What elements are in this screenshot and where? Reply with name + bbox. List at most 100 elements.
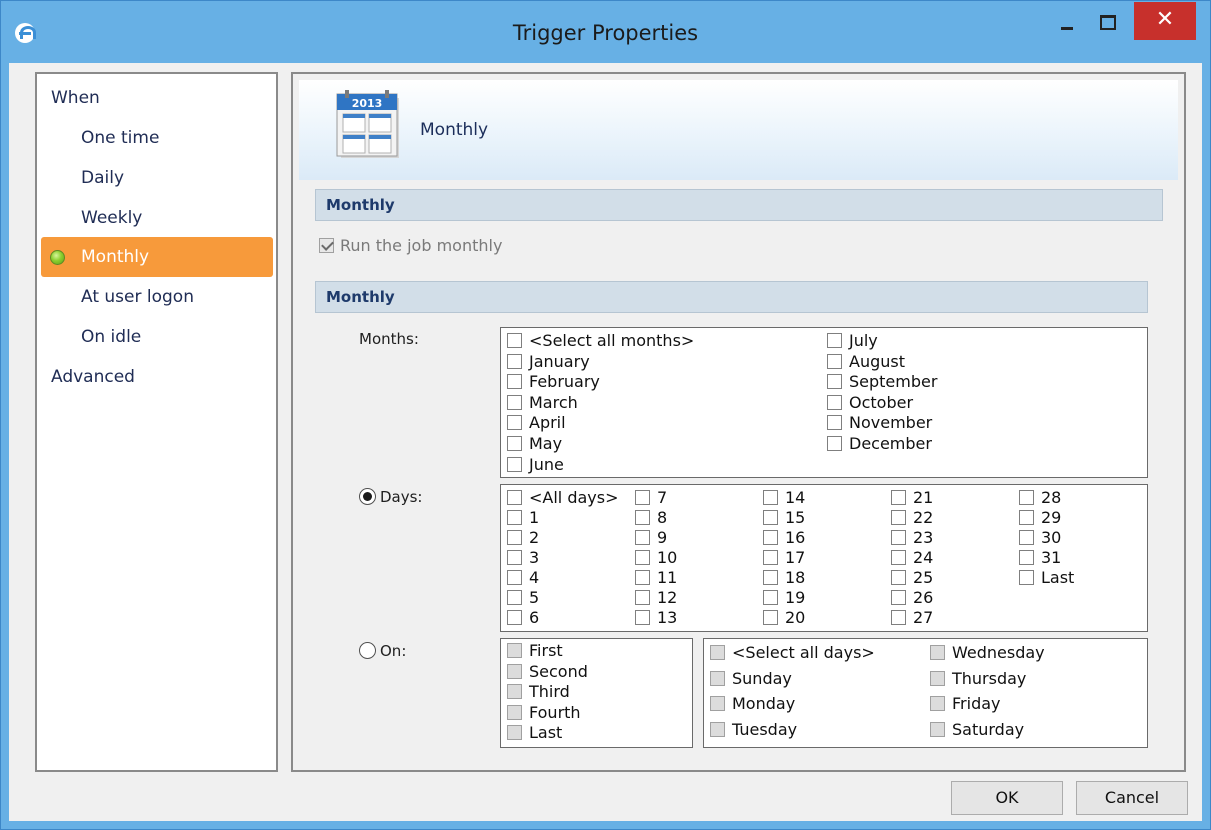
- properties-panel: 2013 Monthly Monthly Run the job monthly…: [291, 72, 1186, 772]
- month-checkbox[interactable]: December: [827, 435, 932, 453]
- weekday-checkbox[interactable]: Thursday: [930, 670, 1026, 688]
- ordinal-checkbox[interactable]: Fourth: [507, 704, 581, 722]
- day-checkbox[interactable]: 9: [635, 529, 667, 547]
- day-checkbox[interactable]: 19: [763, 589, 805, 607]
- checkbox-check-icon: [319, 238, 334, 253]
- day-checkbox[interactable]: 16: [763, 529, 805, 547]
- month-checkbox[interactable]: July: [827, 332, 878, 350]
- day-checkbox[interactable]: 1: [507, 509, 539, 527]
- month-checkbox[interactable]: April: [507, 414, 566, 432]
- day-checkbox[interactable]: 8: [635, 509, 667, 527]
- section-header-monthly-schedule: Monthly: [315, 281, 1148, 313]
- nav-item-on-idle[interactable]: On idle: [37, 317, 276, 357]
- run-monthly-checkbox[interactable]: Run the job monthly: [319, 236, 502, 255]
- day-checkbox[interactable]: 12: [635, 589, 677, 607]
- nav-item-at-user-logon[interactable]: At user logon: [37, 277, 276, 317]
- calendar-year-label: 2013: [352, 97, 383, 110]
- title-bar[interactable]: Trigger Properties ✕: [1, 1, 1210, 63]
- nav-item-monthly-label: Monthly: [81, 247, 150, 267]
- run-monthly-label: Run the job monthly: [340, 236, 503, 255]
- close-button[interactable]: ✕: [1134, 2, 1196, 40]
- weekday-checkbox[interactable]: Wednesday: [930, 644, 1045, 662]
- ordinal-checkbox[interactable]: Third: [507, 683, 570, 701]
- on-label: On:: [380, 642, 407, 660]
- day-checkbox[interactable]: 7: [635, 489, 667, 507]
- months-label: Months:: [359, 330, 419, 348]
- on-radio[interactable]: On:: [359, 642, 406, 660]
- dialog-body: When One time Daily Weekly Monthly At us…: [9, 63, 1202, 821]
- panel-title: Monthly: [420, 120, 489, 140]
- ordinal-checkbox[interactable]: First: [507, 642, 563, 660]
- weekday-list: <Select all days> Sunday Monday Tuesday …: [703, 638, 1148, 748]
- day-checkbox[interactable]: 3: [507, 549, 539, 567]
- month-checkbox[interactable]: October: [827, 394, 913, 412]
- month-checkbox[interactable]: August: [827, 353, 905, 371]
- day-checkbox[interactable]: 18: [763, 569, 805, 587]
- weekday-checkbox[interactable]: Monday: [710, 695, 795, 713]
- radio-selected-icon: [359, 488, 376, 505]
- dialog-window: Trigger Properties ✕ When One time Daily…: [0, 0, 1211, 830]
- day-select-all-checkbox[interactable]: <All days>: [507, 489, 619, 507]
- day-checkbox[interactable]: 21: [891, 489, 933, 507]
- day-checkbox[interactable]: 31: [1019, 549, 1061, 567]
- day-checkbox[interactable]: 6: [507, 609, 539, 627]
- weekday-checkbox[interactable]: Friday: [930, 695, 1001, 713]
- day-checkbox[interactable]: 13: [635, 609, 677, 627]
- day-checkbox[interactable]: 24: [891, 549, 933, 567]
- minimize-button[interactable]: [1052, 7, 1082, 39]
- month-checkbox[interactable]: September: [827, 373, 937, 391]
- day-checkbox[interactable]: 29: [1019, 509, 1061, 527]
- nav-item-when[interactable]: When: [37, 78, 276, 118]
- day-checkbox[interactable]: 2: [507, 529, 539, 547]
- day-checkbox[interactable]: 28: [1019, 489, 1061, 507]
- day-checkbox[interactable]: 15: [763, 509, 805, 527]
- radio-unselected-icon: [359, 642, 376, 659]
- nav-item-advanced[interactable]: Advanced: [37, 357, 276, 397]
- day-checkbox[interactable]: 23: [891, 529, 933, 547]
- cancel-button[interactable]: Cancel: [1076, 781, 1188, 815]
- day-checkbox[interactable]: 27: [891, 609, 933, 627]
- calendar-icon: 2013: [336, 90, 399, 158]
- day-checkbox[interactable]: 26: [891, 589, 933, 607]
- day-checkbox[interactable]: 17: [763, 549, 805, 567]
- nav-item-daily[interactable]: Daily: [37, 158, 276, 198]
- day-last-checkbox[interactable]: Last: [1019, 569, 1074, 587]
- ok-button[interactable]: OK: [951, 781, 1063, 815]
- day-checkbox[interactable]: 25: [891, 569, 933, 587]
- maximize-button[interactable]: [1089, 7, 1123, 39]
- section-header-monthly: Monthly: [315, 189, 1163, 221]
- weekday-select-all-checkbox[interactable]: <Select all days>: [710, 644, 875, 662]
- day-checkbox[interactable]: 11: [635, 569, 677, 587]
- day-checkbox[interactable]: 22: [891, 509, 933, 527]
- day-checkbox[interactable]: 5: [507, 589, 539, 607]
- nav-item-one-time[interactable]: One time: [37, 118, 276, 158]
- ordinal-checkbox[interactable]: Last: [507, 724, 562, 742]
- month-checkbox[interactable]: November: [827, 414, 932, 432]
- days-radio[interactable]: Days:: [359, 488, 423, 506]
- nav-item-weekly[interactable]: Weekly: [37, 198, 276, 238]
- months-list: <Select all months> January February Mar…: [500, 327, 1148, 478]
- day-checkbox[interactable]: 10: [635, 549, 677, 567]
- ordinal-checkbox[interactable]: Second: [507, 663, 588, 681]
- ordinal-list: First Second Third Fourth Last: [500, 638, 693, 748]
- selected-bullet-icon: [50, 250, 65, 265]
- month-checkbox[interactable]: May: [507, 435, 562, 453]
- day-checkbox[interactable]: 14: [763, 489, 805, 507]
- month-checkbox[interactable]: March: [507, 394, 578, 412]
- nav-item-monthly[interactable]: Monthly: [41, 237, 273, 277]
- day-checkbox[interactable]: 4: [507, 569, 539, 587]
- month-checkbox[interactable]: June: [507, 456, 564, 474]
- weekday-checkbox[interactable]: Tuesday: [710, 721, 797, 739]
- day-checkbox[interactable]: 20: [763, 609, 805, 627]
- days-label: Days:: [380, 488, 423, 506]
- days-list: <All days> 1 2 3 4 5 6 7 8 9 10 11 12 13…: [500, 484, 1148, 632]
- month-checkbox[interactable]: January: [507, 353, 590, 371]
- weekday-checkbox[interactable]: Sunday: [710, 670, 792, 688]
- panel-header: 2013 Monthly: [299, 80, 1178, 180]
- navigation-tree: When One time Daily Weekly Monthly At us…: [35, 72, 278, 772]
- day-checkbox[interactable]: 30: [1019, 529, 1061, 547]
- window-title: Trigger Properties: [512, 21, 699, 45]
- weekday-checkbox[interactable]: Saturday: [930, 721, 1024, 739]
- month-checkbox[interactable]: February: [507, 373, 600, 391]
- month-select-all-checkbox[interactable]: <Select all months>: [507, 332, 694, 350]
